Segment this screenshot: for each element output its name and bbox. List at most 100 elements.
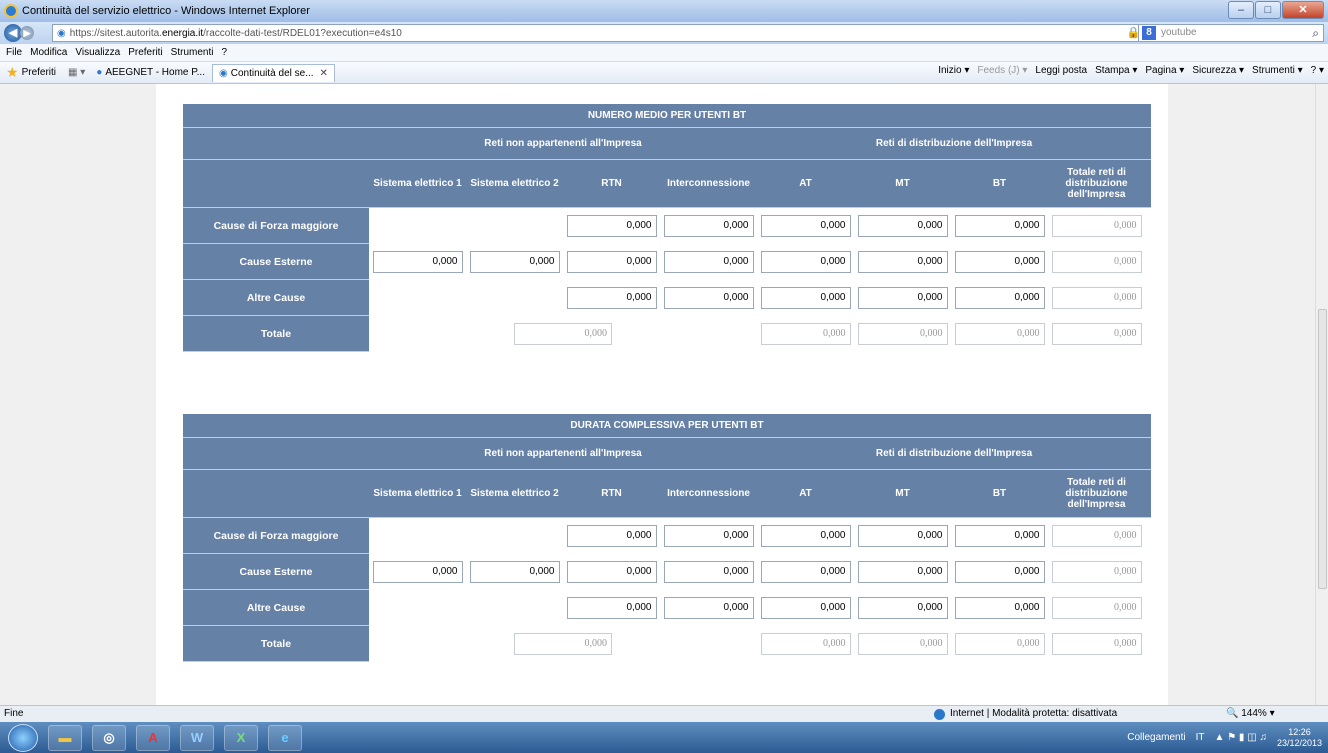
table-title: DURATA COMPLESSIVA PER UTENTI BT <box>183 414 1151 438</box>
internet-explorer-icon[interactable]: e <box>268 724 302 751</box>
menu-modifica[interactable]: Modifica <box>30 47 67 58</box>
language-indicator[interactable]: IT <box>1196 732 1205 743</box>
value-field[interactable]: 0,000 <box>566 597 657 619</box>
value-field[interactable]: 0,000 <box>954 597 1045 619</box>
value-field: 0,000 <box>857 323 948 345</box>
value-field[interactable]: 0,000 <box>857 525 948 547</box>
total-field: 0,000 <box>1051 323 1142 345</box>
table-row: Cause Esterne 0,000 0,000 0,000 0,000 0,000 0,… <box>183 244 1151 280</box>
total-field: 0,000 <box>1051 215 1142 237</box>
table-title: NUMERO MEDIO PER UTENTI BT <box>183 104 1151 128</box>
value-field[interactable]: 0,000 <box>469 251 560 273</box>
favorites-star-icon[interactable]: ★ <box>6 64 19 81</box>
group-header: Reti di distribuzione dell'Impresa <box>875 448 1033 459</box>
group-header: Reti di distribuzione dell'Impresa <box>875 138 1033 149</box>
close-tab-icon[interactable]: ✕ <box>320 68 328 79</box>
cmd-mail[interactable]: Leggi posta <box>1035 65 1087 76</box>
cmd-page[interactable]: Pagina ▾ <box>1145 65 1184 76</box>
menu-visualizza[interactable]: Visualizza <box>75 47 120 58</box>
value-field[interactable]: 0,000 <box>566 525 657 547</box>
value-field[interactable]: 0,000 <box>760 287 851 309</box>
value-field[interactable]: 0,000 <box>954 525 1045 547</box>
value-field[interactable]: 0,000 <box>857 561 948 583</box>
tab-continuita[interactable]: ◉ Continuità del se... ✕ <box>211 63 335 82</box>
column-header: RTN <box>601 178 622 189</box>
value-field[interactable]: 0,000 <box>663 251 754 273</box>
tray-icons[interactable]: ▲ ⚑ ▮ ◫ ♫ <box>1215 732 1267 743</box>
cmd-feeds[interactable]: Feeds (J) ▾ <box>977 65 1027 76</box>
value-field[interactable]: 0,000 <box>760 561 851 583</box>
total-field: 0,000 <box>1051 633 1142 655</box>
value-field[interactable]: 0,000 <box>760 525 851 547</box>
column-header-row: Sistema elettrico 1 Sistema elettrico 2 RT… <box>183 160 1151 208</box>
value-field[interactable]: 0,000 <box>663 561 754 583</box>
value-field: 0,000 <box>857 633 948 655</box>
quick-tabs-icon[interactable]: ▦ ▾ <box>68 67 85 78</box>
menu-strumenti[interactable]: Strumenti <box>171 47 214 58</box>
value-field[interactable]: 0,000 <box>857 287 948 309</box>
group-header-row: Reti non appartenenti all'Impresa Reti di… <box>183 128 1151 160</box>
value-field[interactable]: 0,000 <box>372 561 463 583</box>
column-header: AT <box>799 178 812 189</box>
row-label: Cause Esterne <box>183 554 369 590</box>
column-header: Interconnessione <box>667 488 750 499</box>
row-label: Cause di Forza maggiore <box>183 518 369 554</box>
value-field[interactable]: 0,000 <box>954 215 1045 237</box>
cmd-print[interactable]: Stampa ▾ <box>1095 65 1137 76</box>
value-field[interactable]: 0,000 <box>469 561 560 583</box>
value-field: 0,000 <box>760 323 851 345</box>
tab-aeegnet[interactable]: ● AEEGNET - Home P... <box>89 64 212 82</box>
value-field[interactable]: 0,000 <box>954 561 1045 583</box>
acrobat-icon[interactable]: A <box>136 724 170 751</box>
maximize-button[interactable]: □ <box>1255 1 1281 19</box>
value-field[interactable]: 0,000 <box>663 525 754 547</box>
clock[interactable]: 12:26 23/12/2013 <box>1277 727 1322 749</box>
word-icon[interactable]: W <box>180 724 214 751</box>
scrollbar-thumb[interactable] <box>1318 309 1327 589</box>
menu-file[interactable]: File <box>6 47 22 58</box>
column-header: Sistema elettrico 2 <box>470 178 559 189</box>
value-field[interactable]: 0,000 <box>663 287 754 309</box>
row-label: Cause Esterne <box>183 244 369 280</box>
explorer-folder-icon[interactable]: ▬ <box>48 724 82 751</box>
vertical-scrollbar[interactable] <box>1315 84 1328 705</box>
value-field[interactable]: 0,000 <box>857 215 948 237</box>
total-field: 0,000 <box>1051 287 1142 309</box>
cmd-tools[interactable]: Strumenti ▾ <box>1252 65 1303 76</box>
value-field[interactable]: 0,000 <box>954 287 1045 309</box>
start-button[interactable] <box>8 723 38 752</box>
zoom-control[interactable]: 🔍 144% ▾ <box>1226 706 1275 722</box>
value-field[interactable]: 0,000 <box>760 251 851 273</box>
table-row: Altre Cause 0,000 0,000 0,000 0,000 0,000 0,00… <box>183 590 1151 626</box>
menu-help[interactable]: ? <box>221 47 227 58</box>
value-field[interactable]: 0,000 <box>663 215 754 237</box>
value-field[interactable]: 0,000 <box>760 215 851 237</box>
address-bar[interactable]: ◉ https://sitest.autorita.energia.it/rac… <box>52 24 1172 42</box>
row-label: Totale <box>183 626 369 662</box>
favorites-label[interactable]: Preferiti <box>22 67 56 78</box>
value-field[interactable]: 0,000 <box>663 597 754 619</box>
cmd-help[interactable]: ? ▾ <box>1311 65 1324 76</box>
column-header: Sistema elettrico 1 <box>373 178 462 189</box>
value-field[interactable]: 0,000 <box>566 561 657 583</box>
cmd-home[interactable]: Inizio ▾ <box>938 65 969 76</box>
cmd-security[interactable]: Sicurezza ▾ <box>1192 65 1244 76</box>
links-toolbar[interactable]: Collegamenti <box>1127 732 1185 743</box>
value-field[interactable]: 0,000 <box>566 251 657 273</box>
menu-preferiti[interactable]: Preferiti <box>128 47 162 58</box>
value-field[interactable]: 0,000 <box>566 287 657 309</box>
search-icon[interactable]: ⌕ <box>1312 25 1319 41</box>
value-field[interactable]: 0,000 <box>760 597 851 619</box>
forward-button[interactable]: ▶ <box>20 26 34 40</box>
close-button[interactable]: ✕ <box>1282 1 1324 19</box>
value-field[interactable]: 0,000 <box>566 215 657 237</box>
value-field[interactable]: 0,000 <box>372 251 463 273</box>
value-field[interactable]: 0,000 <box>857 597 948 619</box>
minimize-button[interactable]: – <box>1228 1 1254 19</box>
value-field[interactable]: 0,000 <box>857 251 948 273</box>
value-field[interactable]: 0,000 <box>954 251 1045 273</box>
chrome-like-browser-icon[interactable]: ◎ <box>92 724 126 751</box>
search-input[interactable]: 8 youtube ⌕ <box>1138 24 1324 42</box>
url-text: https://sitest.autorita.energia.it/racco… <box>69 27 402 39</box>
excel-icon[interactable]: X <box>224 724 258 751</box>
